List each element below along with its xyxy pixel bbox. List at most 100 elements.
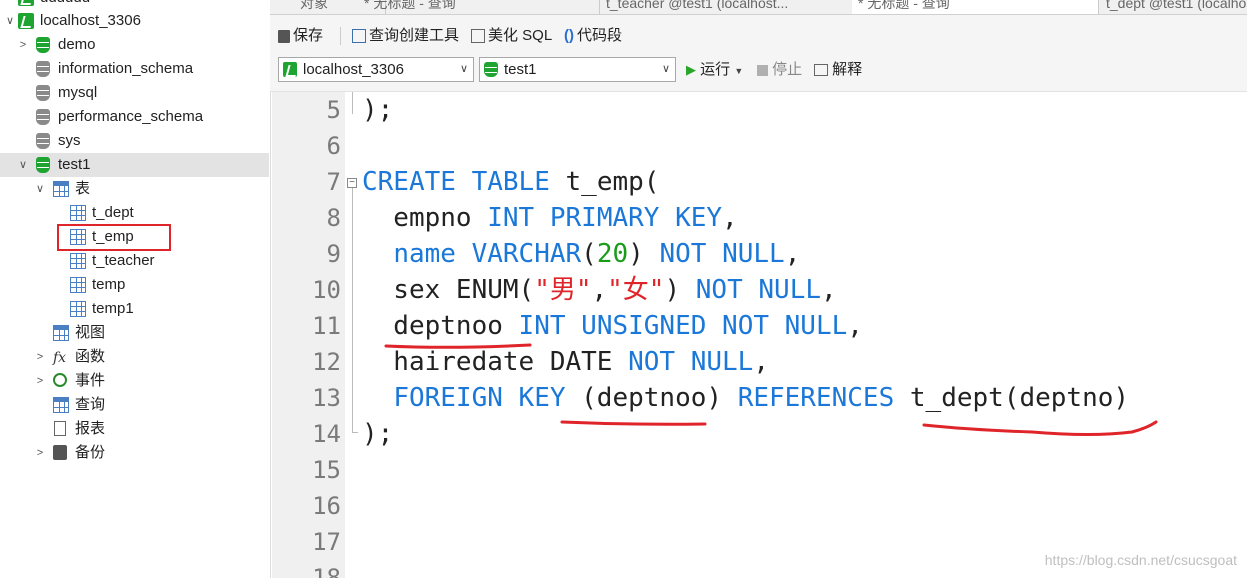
underline-deptnoo-1 — [384, 343, 532, 349]
tab-untitled-query-2[interactable]: * 无标题 - 查询 — [852, 0, 1099, 14]
query-toolbar: 保存 查询创建工具 美化 SQL () 代码段 — [270, 15, 1247, 57]
sql-editor[interactable]: 5 6 7 8 9 10 11 12 13 14 15 16 17 18 ); CREATE TABLE t… — [272, 92, 1247, 578]
tree-item-label: t_dept — [92, 204, 134, 221]
tree-item-label: 表 — [75, 180, 91, 197]
chevron-down-icon[interactable]: ∨ — [3, 9, 17, 33]
database-icon — [36, 85, 50, 101]
chevron-right-icon[interactable]: > — [33, 441, 47, 465]
database-select[interactable]: test1 ∨ — [479, 57, 676, 82]
connection-selector-row: localhost_3306 ∨ test1 ∨ ▶ 运行 ▼ 停止 解释 — [270, 57, 1247, 92]
query-icon — [53, 397, 69, 413]
tree-item-db-mysql[interactable]: mysql — [0, 81, 269, 105]
database-icon — [36, 133, 50, 149]
tab-t-dept[interactable]: t_dept @test1 (localho — [1100, 0, 1247, 14]
tree-item-label: temp — [92, 276, 126, 293]
connection-icon — [18, 0, 34, 6]
explain-label: 解释 — [832, 61, 863, 78]
braces-icon: () — [564, 27, 574, 45]
table-icon — [70, 301, 86, 317]
function-icon: fx — [53, 350, 67, 366]
chevron-down-icon[interactable]: ∨ — [33, 177, 47, 201]
tree-item-label: 视图 — [75, 324, 106, 341]
tree-item-db-information-schema[interactable]: information_schema — [0, 57, 269, 81]
tree-item-connection[interactable]: ∨ localhost_3306 — [0, 9, 269, 33]
underline-t-dept — [922, 420, 1158, 436]
connection-select[interactable]: localhost_3306 ∨ — [278, 57, 474, 82]
chevron-right-icon[interactable]: > — [33, 369, 47, 393]
tree-item-label: t_teacher — [92, 252, 155, 269]
tree-item-db-sys[interactable]: sys — [0, 129, 269, 153]
tree-item-db-test1[interactable]: ∨ test1 — [0, 153, 269, 177]
watermark-text: https://blog.csdn.net/csucsgoat — [1044, 552, 1237, 568]
tree-item-events[interactable]: > 事件 — [0, 369, 269, 393]
tree-item-label: demo — [58, 36, 96, 53]
tree-item-label: performance_schema — [58, 108, 204, 125]
tree-item-label: 报表 — [75, 420, 106, 437]
tree-item-db-performance-schema[interactable]: performance_schema — [0, 105, 269, 129]
tree-item-label: mysql — [58, 84, 98, 101]
table-icon — [70, 277, 86, 293]
tree-item-table-t-teacher[interactable]: t_teacher — [0, 249, 269, 273]
tree-item-table-temp[interactable]: temp — [0, 273, 269, 297]
beautify-icon — [471, 29, 485, 44]
query-builder-button[interactable]: 查询创建工具 — [352, 26, 459, 46]
tree-item-label: 事件 — [75, 372, 106, 389]
connection-icon — [283, 62, 297, 77]
table-folder-icon — [53, 181, 69, 197]
tree-item-functions[interactable]: > fx 函数 — [0, 345, 269, 369]
tree-item-label: localhost_3306 — [40, 12, 141, 29]
run-button[interactable]: ▶ 运行 ▼ — [686, 59, 743, 81]
beautify-sql-button[interactable]: 美化 SQL — [471, 26, 552, 46]
play-icon: ▶ — [686, 62, 696, 77]
save-icon — [278, 29, 290, 43]
tab-untitled-query-1[interactable]: * 无标题 - 查询 — [358, 0, 600, 14]
explain-button[interactable]: 解释 — [814, 59, 862, 81]
run-label: 运行 — [700, 61, 731, 78]
annotation-underlines — [384, 343, 1158, 436]
save-button[interactable]: 保存 — [278, 26, 323, 46]
tree-item-tables-folder[interactable]: ∨ 表 — [0, 177, 269, 201]
tab-t-teacher[interactable]: t_teacher @test1 (localhost... — [600, 0, 855, 14]
query-builder-icon — [352, 29, 366, 44]
tree-item-backups[interactable]: > 备份 — [0, 441, 269, 465]
chevron-down-icon[interactable]: ∨ — [460, 58, 468, 81]
database-select-value: test1 — [504, 61, 537, 78]
database-icon — [36, 61, 50, 77]
clock-icon — [53, 373, 67, 387]
tree-item-reports[interactable]: 报表 — [0, 417, 269, 441]
tab-label: * 无标题 - 查询 — [858, 0, 950, 11]
tree-item-label: 查询 — [75, 396, 106, 413]
chevron-right-icon[interactable]: > — [16, 33, 30, 57]
chevron-down-icon[interactable]: ∨ — [16, 153, 30, 177]
tree-item-views[interactable]: 视图 — [0, 321, 269, 345]
database-icon — [36, 157, 50, 173]
tab-label: 对象 — [300, 0, 328, 11]
stop-button[interactable]: 停止 — [757, 59, 802, 81]
report-icon — [54, 421, 66, 436]
database-icon — [484, 62, 498, 77]
beautify-label: 美化 SQL — [488, 27, 553, 44]
tree-item-db-demo[interactable]: > demo — [0, 33, 269, 57]
chevron-right-icon[interactable]: > — [33, 345, 47, 369]
underline-deptnoo-2 — [560, 420, 707, 426]
stop-icon — [757, 64, 768, 76]
tab-label: t_teacher @test1 (localhost... — [606, 0, 789, 11]
chevron-down-icon[interactable]: ∨ — [662, 58, 670, 81]
connection-icon — [18, 13, 34, 29]
code-snippet-button[interactable]: () 代码段 — [564, 26, 622, 46]
caret-down-icon[interactable]: ▼ — [734, 66, 743, 76]
annotation-highlight-box — [57, 224, 171, 251]
tree-item-table-t-dept[interactable]: t_dept — [0, 201, 269, 225]
tree-item-label: test1 — [58, 156, 91, 173]
database-icon — [36, 37, 50, 53]
tree-item-label: temp1 — [92, 300, 134, 317]
tree-item-label: 函数 — [75, 348, 106, 365]
tree-item-queries[interactable]: 查询 — [0, 393, 269, 417]
backup-icon — [53, 445, 67, 460]
explain-icon — [814, 64, 828, 77]
tree-item-label: 备份 — [75, 444, 106, 461]
tab-label: t_dept @test1 (localho — [1106, 0, 1247, 11]
table-icon — [70, 205, 86, 221]
tree-item-table-temp1[interactable]: temp1 — [0, 297, 269, 321]
tab-label: * 无标题 - 查询 — [364, 0, 456, 11]
